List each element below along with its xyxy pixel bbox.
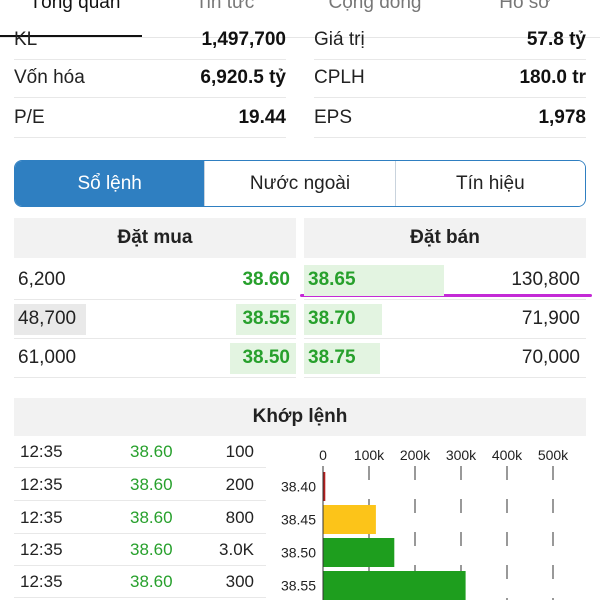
match-volume: 3.0K [219, 539, 254, 559]
segment-signals[interactable]: Tín hiệu [394, 161, 585, 206]
segment-order-book[interactable]: Sổ lệnh [15, 161, 205, 206]
sell-orders-header: Đặt bán [304, 218, 586, 258]
buy-volume: 61,000 [18, 347, 77, 368]
stat-label: Vốn hóa [14, 66, 85, 88]
stat-volume: KL 1,497,700 [14, 20, 286, 60]
matched-order-row: 12:35 38.60 3.0K [14, 534, 266, 566]
stat-market-cap: Vốn hóa 6,920.5 tỷ [14, 58, 286, 98]
sell-price: 38.75 [308, 347, 356, 368]
stat-shares-outstanding: CPLH 180.0 tr [314, 58, 586, 98]
stat-value: 1,497,700 [201, 28, 286, 50]
volume-bar [323, 505, 376, 534]
orderbook-segmented-control: Sổ lệnh Nước ngoài Tín hiệu [14, 160, 586, 207]
buy-price: 38.50 [242, 347, 290, 368]
sell-price: 38.70 [308, 308, 356, 329]
match-volume: 800 [225, 507, 254, 527]
x-tick-label: 300k [446, 447, 477, 463]
stat-label: KL [14, 28, 38, 50]
buy-volume: 48,700 [18, 308, 77, 329]
buy-order-row[interactable]: 48,700 38.55 [14, 300, 296, 339]
buy-price: 38.55 [242, 308, 290, 329]
stat-value-traded: Giá trị 57.8 tỷ [314, 20, 586, 60]
volume-bar [323, 571, 466, 600]
stat-value: 6,920.5 tỷ [200, 66, 286, 88]
buy-volume: 6,200 [18, 269, 66, 290]
sell-volume: 70,000 [521, 347, 580, 368]
match-price: 38.60 [130, 474, 173, 494]
buy-order-row[interactable]: 61,000 38.50 [14, 339, 296, 378]
match-time: 12:35 [20, 441, 63, 461]
stat-value: 1,978 [538, 106, 586, 128]
match-volume: 100 [225, 441, 254, 461]
x-tick-label: 0 [319, 447, 327, 463]
match-time: 12:35 [20, 507, 63, 527]
sell-volume: 130,800 [511, 269, 580, 290]
buy-order-row[interactable]: 6,200 38.60 [14, 261, 296, 300]
match-time: 12:35 [20, 474, 63, 494]
match-volume: 300 [225, 571, 254, 591]
stat-row: Vốn hóa 6,920.5 tỷ CPLH 180.0 tr [14, 58, 586, 98]
stat-row: P/E 19.44 EPS 1,978 [14, 98, 586, 138]
sell-price: 38.65 [308, 269, 356, 290]
buy-orders-header: Đặt mua [14, 218, 296, 258]
segment-foreign[interactable]: Nước ngoài [204, 161, 395, 206]
stat-value: 19.44 [238, 106, 286, 128]
match-price: 38.60 [130, 539, 173, 559]
volume-by-price-chart: 0 100k 200k 300k 400k 500k 38.40 38.45 38.50 38.5… [281, 447, 569, 600]
sell-volume: 71,900 [521, 308, 580, 329]
y-tick-label: 38.40 [281, 479, 316, 495]
sell-order-row[interactable]: 38.70 71,900 [304, 300, 586, 339]
stat-pe: P/E 19.44 [14, 98, 286, 138]
match-price: 38.60 [130, 441, 173, 461]
matched-orders-header: Khớp lệnh [14, 398, 586, 436]
stat-label: P/E [14, 106, 45, 128]
x-tick-label: 100k [354, 447, 385, 463]
matched-order-row: 12:35 38.60 100 [14, 436, 266, 468]
y-tick-label: 38.45 [281, 512, 316, 528]
stat-value: 180.0 tr [519, 66, 586, 88]
match-price: 38.60 [130, 507, 173, 527]
stat-eps: EPS 1,978 [314, 98, 586, 138]
match-price: 38.60 [130, 571, 173, 591]
y-tick-label: 38.50 [281, 545, 316, 561]
matched-order-row: 12:35 38.60 300 [14, 566, 266, 598]
matched-order-row: 12:35 38.60 200 [14, 469, 266, 501]
volume-bar [323, 538, 395, 567]
sell-order-row[interactable]: 38.75 70,000 [304, 339, 586, 378]
x-tick-label: 400k [492, 447, 523, 463]
match-time: 12:35 [20, 539, 63, 559]
match-time: 12:35 [20, 571, 63, 591]
stat-label: CPLH [314, 66, 365, 88]
match-volume: 200 [225, 474, 254, 494]
stat-label: Giá trị [314, 28, 365, 50]
stat-value: 57.8 tỷ [526, 28, 586, 50]
stat-label: EPS [314, 106, 353, 128]
y-tick-label: 38.55 [281, 578, 316, 594]
matched-order-row: 12:35 38.60 800 [14, 502, 266, 534]
x-tick-label: 500k [538, 447, 569, 463]
stat-row: KL 1,497,700 Giá trị 57.8 tỷ [14, 20, 586, 60]
buy-price: 38.60 [242, 269, 290, 290]
x-tick-label: 200k [400, 447, 431, 463]
